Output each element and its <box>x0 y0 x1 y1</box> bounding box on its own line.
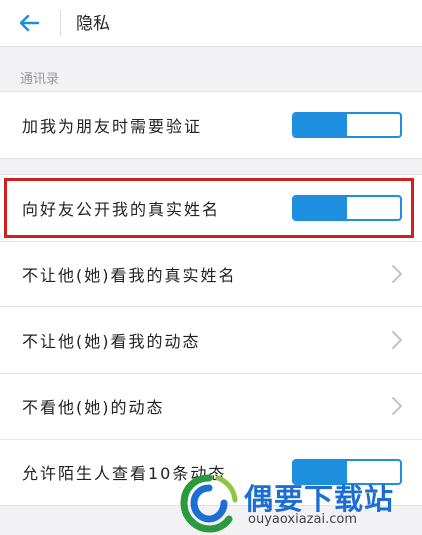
show-real-name-toggle[interactable] <box>292 195 402 221</box>
setting-label: 不让他(她)看我的真实姓名 <box>22 266 237 285</box>
setting-label: 不看他(她)的动态 <box>22 398 165 417</box>
watermark: 偶要下载站 ouyaoxiazai.com <box>178 470 414 534</box>
settings-group-1: 加我为朋友时需要验证 <box>0 91 422 159</box>
chevron-right-icon <box>392 265 402 283</box>
setting-row-hide-their-moments[interactable]: 不看他(她)的动态 <box>0 373 422 439</box>
setting-row-hide-my-moments[interactable]: 不让他(她)看我的动态 <box>0 307 422 373</box>
header-divider <box>60 10 61 36</box>
toggle-on-fill <box>294 114 347 136</box>
setting-row-verify-friend[interactable]: 加我为朋友时需要验证 <box>0 92 422 158</box>
page-title: 隐私 <box>76 14 110 34</box>
verify-friend-toggle[interactable] <box>292 112 402 138</box>
setting-row-hide-real-name[interactable]: 不让他(她)看我的真实姓名 <box>0 241 422 307</box>
top-bar: 隐私 <box>0 0 422 47</box>
setting-label: 加我为朋友时需要验证 <box>22 117 203 136</box>
setting-label: 向好友公开我的真实姓名 <box>22 200 221 219</box>
watermark-domain: ouyaoxiazai.com <box>248 512 357 527</box>
settings-group-2: 向好友公开我的真实姓名 不让他(她)看我的真实姓名 <box>0 174 422 308</box>
setting-label: 不让他(她)看我的动态 <box>22 332 201 351</box>
toggle-on-fill <box>294 197 347 219</box>
watermark-logo-icon <box>180 474 238 533</box>
arrow-left-icon <box>19 14 40 32</box>
chevron-right-icon <box>392 331 402 349</box>
setting-row-show-real-name[interactable]: 向好友公开我的真实姓名 <box>0 175 422 241</box>
chevron-right-icon <box>392 397 402 415</box>
back-button[interactable] <box>12 8 46 38</box>
section-label-contacts: 通讯录 <box>20 72 60 87</box>
